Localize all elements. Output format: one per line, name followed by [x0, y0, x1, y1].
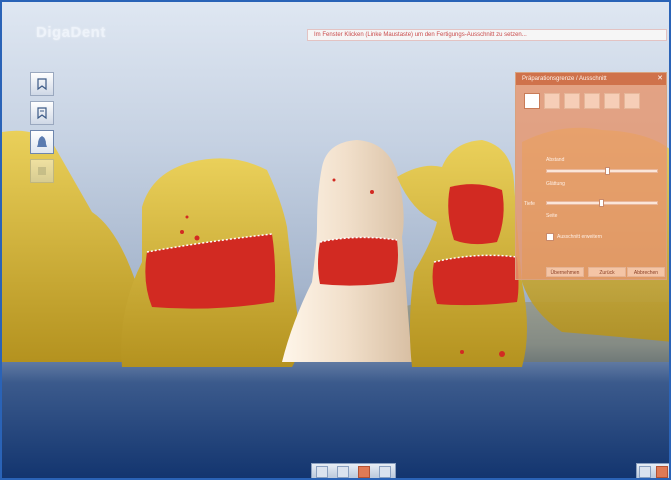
side-label: Seite [546, 213, 558, 219]
app-window: DigaDent Im Fenster Klicken (Linke Maust… [0, 0, 671, 480]
mode-button-2[interactable] [544, 93, 560, 109]
apply-button[interactable]: Übernehmen [546, 267, 584, 277]
left-toolbar [30, 72, 58, 188]
mode-button-4[interactable] [584, 93, 600, 109]
dist-slider[interactable] [546, 167, 658, 175]
option-label: Ausschnitt erweitern [557, 234, 603, 240]
mode-button-3[interactable] [564, 93, 580, 109]
mode-button-5[interactable] [604, 93, 620, 109]
settings-icon[interactable] [639, 465, 652, 478]
panel-title-text: Präparationsgrenze / Ausschnitt [522, 76, 607, 82]
panel-title: Präparationsgrenze / Ausschnitt ✕ [516, 73, 666, 85]
mode-button-6[interactable] [624, 93, 640, 109]
tooth-edit-icon[interactable] [30, 101, 54, 125]
option-checkbox[interactable] [546, 233, 554, 241]
mode-button-tooth[interactable] [524, 93, 540, 109]
tooth-select-icon[interactable] [357, 465, 370, 478]
next-icon[interactable] [378, 465, 391, 478]
option-checkbox-row[interactable]: Ausschnitt erweitern [546, 233, 602, 241]
back-button[interactable]: Zurück [588, 267, 626, 277]
instruction-bar: Im Fenster Klicken (Linke Maustaste) um … [307, 29, 667, 41]
bottom-toolbar [311, 463, 396, 478]
mode-buttons [516, 85, 666, 109]
prev-icon[interactable] [316, 465, 329, 478]
depth-label: Tiefe [524, 201, 535, 207]
close-icon[interactable]: ✕ [657, 73, 663, 85]
layer-icon[interactable] [30, 159, 54, 183]
margin-panel: Präparationsgrenze / Ausschnitt ✕ Abstan… [515, 72, 667, 280]
app-brand: DigaDent [36, 24, 106, 41]
info-icon[interactable] [337, 465, 350, 478]
cancel-button[interactable]: Abbrechen [627, 267, 665, 277]
corner-toolbar [636, 463, 669, 478]
depth-slider[interactable] [546, 199, 658, 207]
dist-label: Abstand [546, 157, 565, 163]
depth-slider-thumb[interactable] [599, 199, 604, 207]
smooth-label: Glättung [546, 181, 565, 187]
dist-slider-thumb[interactable] [605, 167, 610, 175]
finish-icon[interactable] [655, 465, 668, 478]
bell-tooth-icon[interactable] [30, 130, 54, 154]
tooth-view-icon[interactable] [30, 72, 54, 96]
